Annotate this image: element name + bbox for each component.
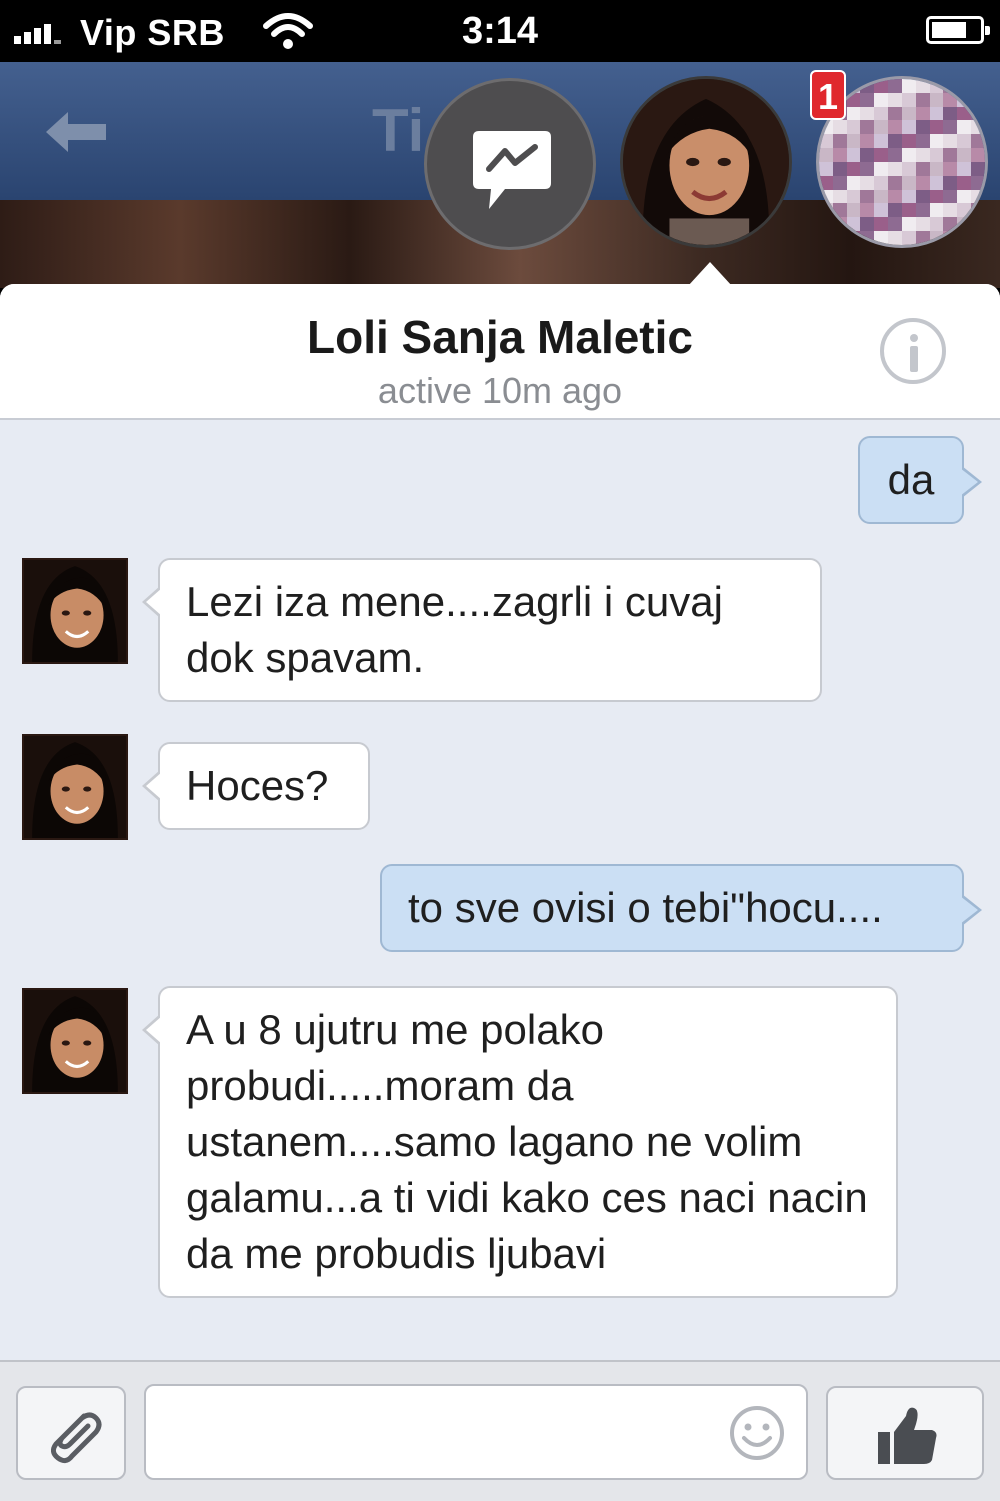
battery-icon (926, 16, 990, 44)
message-bubble-incoming[interactable]: Hoces? (142, 742, 370, 830)
sender-avatar-image (24, 990, 126, 1092)
status-bar: Vip SRB 3:14 (0, 0, 1000, 62)
sender-avatar-image (24, 736, 126, 838)
message-bubble-incoming[interactable]: Lezi iza mene....zagrli i cuvaj dok spav… (142, 558, 822, 702)
contact-avatar-image (623, 79, 789, 245)
attach-button[interactable] (16, 1386, 126, 1480)
nav-title: Ti (372, 97, 425, 164)
message-bubble-outgoing[interactable]: da (858, 436, 982, 524)
contact-status: active 10m ago (377, 370, 623, 411)
sender-avatar[interactable] (22, 988, 128, 1094)
message-bubble-outgoing[interactable]: to sve ovisi o tebi"hocu.... (380, 864, 982, 952)
like-button[interactable] (826, 1386, 984, 1480)
sender-avatar[interactable] (22, 558, 128, 664)
conversation-header: Loli Sanja Maletic active 10m ago (0, 284, 1000, 420)
thumbs-up-icon (878, 1407, 937, 1464)
contact-chat-head[interactable] (620, 76, 792, 248)
message-bubble-incoming[interactable]: A u 8 ujutru me polako probudi.....moram… (142, 986, 898, 1298)
active-head-pointer (688, 262, 732, 286)
sender-avatar-image (24, 560, 126, 662)
message-composer (0, 1360, 1000, 1501)
message-input[interactable] (144, 1384, 808, 1480)
conversation-panel: Loli Sanja Maletic active 10m ago da Lez… (0, 284, 1000, 1501)
notification-badge: 1 (810, 70, 846, 120)
sender-avatar[interactable] (22, 734, 128, 840)
info-icon[interactable] (880, 318, 946, 384)
messenger-chat-head[interactable] (424, 78, 596, 250)
contact-name: Loli Sanja Maletic (307, 311, 693, 363)
back-arrow-icon[interactable] (40, 108, 110, 156)
messenger-icon (473, 131, 551, 209)
smiley-icon[interactable] (728, 1404, 786, 1462)
clock: 3:14 (461, 10, 539, 52)
paperclip-icon (50, 1412, 102, 1464)
